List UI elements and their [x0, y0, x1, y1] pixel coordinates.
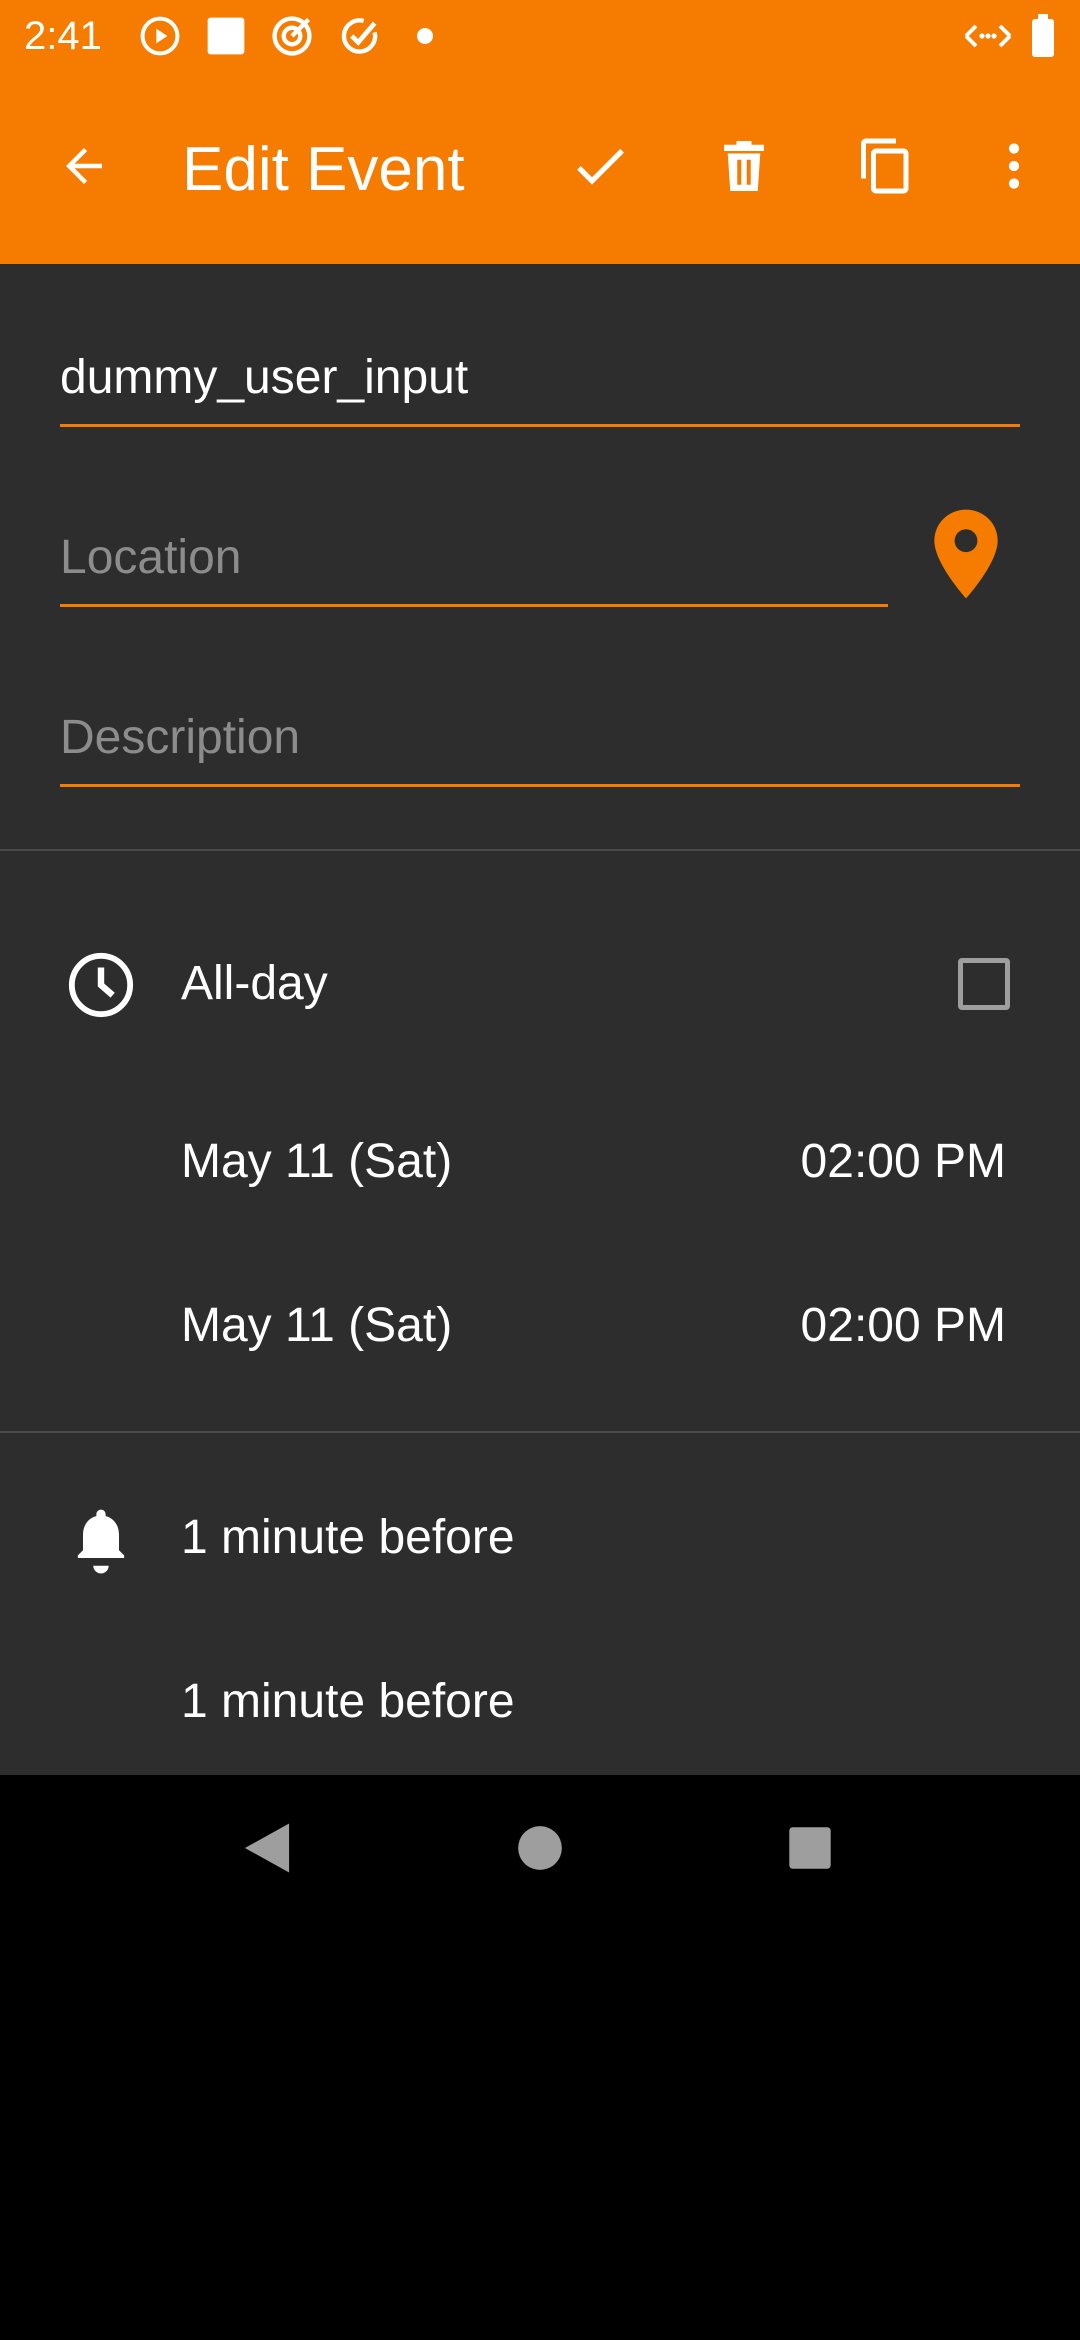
trash-icon: [714, 136, 774, 201]
delete-button[interactable]: [696, 120, 792, 216]
start-date[interactable]: May 11 (Sat): [181, 1130, 452, 1194]
duplicate-button[interactable]: [838, 120, 934, 216]
start-time[interactable]: 02:00 PM: [801, 1130, 1006, 1194]
data-arrows-icon: [962, 14, 1014, 63]
clock-icon: [66, 950, 136, 1025]
app-bar: Edit Event: [0, 72, 1080, 264]
divider: [0, 849, 1080, 851]
nav-home-button[interactable]: [495, 1805, 585, 1895]
description-input[interactable]: Description: [60, 706, 1020, 787]
reminder-1[interactable]: 1 minute before: [181, 1506, 515, 1570]
nav-back-icon: [242, 1821, 292, 1880]
back-button[interactable]: [36, 120, 132, 216]
dot-icon: [414, 14, 436, 63]
location-placeholder: Location: [60, 531, 242, 584]
battery-icon: [1030, 14, 1056, 63]
map-pin-icon[interactable]: [928, 506, 1004, 607]
save-button[interactable]: [552, 120, 648, 216]
back-arrow-icon: [57, 139, 111, 198]
page-title: Edit Event: [182, 135, 465, 204]
system-nav-bar: [0, 1775, 1080, 1920]
nav-home-icon: [517, 1825, 563, 1876]
end-time[interactable]: 02:00 PM: [801, 1294, 1006, 1358]
divider: [0, 1431, 1080, 1433]
reminder-2[interactable]: 1 minute before: [181, 1670, 515, 1734]
event-form: dummy_user_input Location Description Al…: [0, 264, 1080, 1775]
title-input-value: dummy_user_input: [60, 351, 469, 404]
more-vert-icon: [986, 138, 1042, 199]
check-badge-icon: [338, 14, 382, 63]
status-time: 2:41: [24, 14, 102, 58]
allday-checkbox[interactable]: [958, 958, 1010, 1010]
allday-label[interactable]: All-day: [181, 952, 328, 1016]
checkmark-icon: [568, 134, 632, 203]
title-input[interactable]: dummy_user_input: [60, 346, 1020, 427]
end-date[interactable]: May 11 (Sat): [181, 1294, 452, 1358]
bell-icon: [70, 1504, 132, 1581]
nav-back-button[interactable]: [222, 1805, 312, 1895]
play-circle-icon: [138, 14, 182, 63]
status-bar: 2:41: [0, 0, 1080, 72]
more-options-button[interactable]: [966, 120, 1062, 216]
copy-icon: [856, 136, 916, 201]
nav-recents-icon: [787, 1825, 833, 1876]
target-icon: [270, 14, 314, 63]
square-icon: [204, 14, 248, 63]
location-input[interactable]: Location: [60, 526, 888, 607]
nav-recents-button[interactable]: [765, 1805, 855, 1895]
description-placeholder: Description: [60, 711, 301, 764]
